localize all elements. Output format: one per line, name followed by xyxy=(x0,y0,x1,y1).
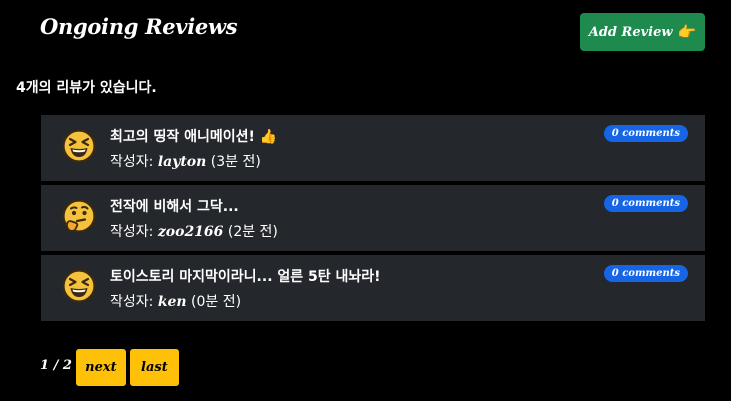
comments-badge[interactable]: 0 comments xyxy=(603,125,688,142)
last-page-button[interactable]: last xyxy=(129,349,179,386)
review-title[interactable]: 최고의 띵작 애니메이션! 👍 xyxy=(110,126,277,146)
thinking-face-icon xyxy=(62,199,96,233)
review-title[interactable]: 전작에 비해서 그닥... xyxy=(110,196,239,216)
review-list: 최고의 띵작 애니메이션! 👍 작성자: layton (3분 전) 0 com… xyxy=(41,115,705,325)
comments-badge[interactable]: 0 comments xyxy=(603,265,688,282)
pointing-hand-icon: 👉 xyxy=(677,23,697,41)
review-meta: 작성자: ken (0분 전) xyxy=(110,294,242,310)
review-meta: 작성자: layton (3분 전) xyxy=(110,154,261,170)
laughing-face-icon xyxy=(62,129,96,163)
add-review-label: Add Review xyxy=(588,24,673,40)
review-title[interactable]: 토이스토리 마지막이라니... 얼른 5탄 내놔라! xyxy=(110,266,381,286)
list-item[interactable]: 전작에 비해서 그닥... 작성자: zoo2166 (2분 전) 0 comm… xyxy=(41,185,705,251)
comments-badge[interactable]: 0 comments xyxy=(603,195,688,212)
review-author: zoo2166 xyxy=(157,224,224,240)
thumbs-up-icon: 👍 xyxy=(259,129,278,145)
laughing-face-icon xyxy=(62,269,96,303)
review-count: 4개의 리뷰가 있습니다. xyxy=(16,80,157,96)
review-author: layton xyxy=(157,154,207,170)
pagination: 1 / 2 next last xyxy=(40,349,179,386)
page: Ongoing Reviews Add Review 👉 4개의 리뷰가 있습니… xyxy=(0,0,731,401)
review-meta: 작성자: zoo2166 (2분 전) xyxy=(110,224,278,240)
list-item[interactable]: 최고의 띵작 애니메이션! 👍 작성자: layton (3분 전) 0 com… xyxy=(41,115,705,181)
add-review-button[interactable]: Add Review 👉 xyxy=(580,13,705,51)
next-page-button[interactable]: next xyxy=(75,349,126,386)
list-item[interactable]: 토이스토리 마지막이라니... 얼른 5탄 내놔라! 작성자: ken (0분 … xyxy=(41,255,705,321)
page-title: Ongoing Reviews xyxy=(40,14,238,39)
page-indicator: 1 / 2 xyxy=(40,358,72,373)
review-author: ken xyxy=(157,294,187,310)
